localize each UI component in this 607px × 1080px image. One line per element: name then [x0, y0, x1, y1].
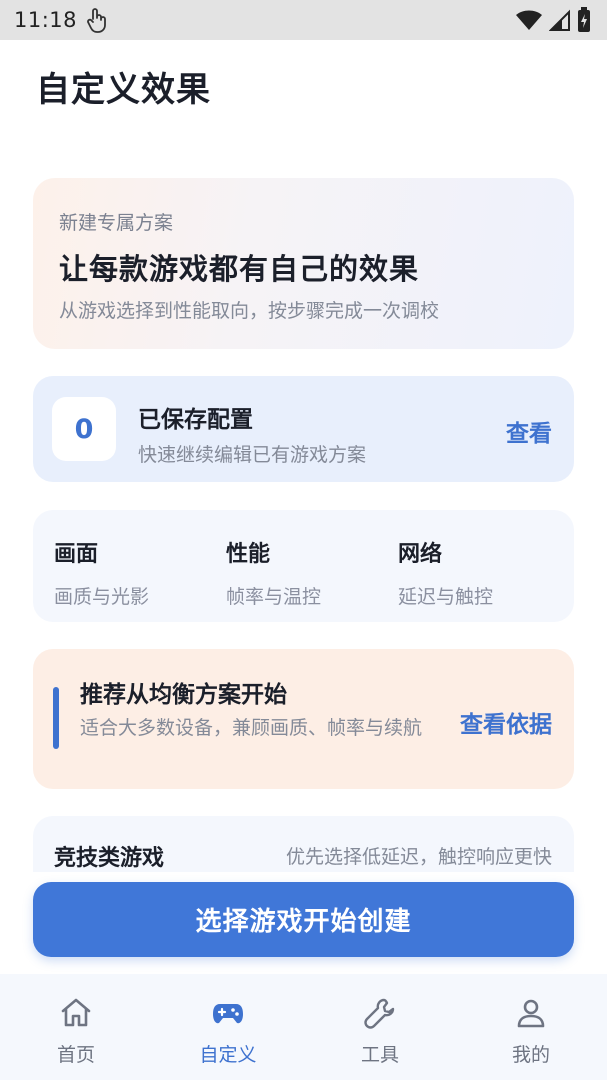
- status-time: 11:18: [14, 8, 78, 32]
- status-icons: [515, 7, 591, 33]
- nav-item-home[interactable]: 首页: [26, 996, 126, 1067]
- wifi-icon: [516, 10, 542, 30]
- nav-label: 工具: [360, 1044, 399, 1066]
- gamepad-icon: [213, 1004, 243, 1024]
- new-scheme-card[interactable]: 新建专属方案 让每款游戏都有自己的效果 从游戏选择到性能取向，按步骤完成一次调校: [33, 178, 574, 349]
- category-subtitle: 画质与光影: [54, 586, 150, 608]
- view-saved-link[interactable]: 查看: [506, 414, 552, 448]
- view-basis-link[interactable]: 查看依据: [460, 705, 552, 739]
- category-item-network[interactable]: 网络 延迟与触控: [398, 536, 493, 609]
- category-title: 画面: [54, 542, 99, 567]
- category-title: 性能: [226, 542, 271, 567]
- hero-title: 让每款游戏都有自己的效果: [59, 252, 420, 286]
- category-item-performance[interactable]: 性能 帧率与温控: [226, 536, 321, 609]
- game-type-title: 竞技类游戏: [54, 846, 165, 871]
- category-item-graphics[interactable]: 画面 画质与光影: [54, 536, 149, 609]
- saved-config-title: 已保存配置: [138, 407, 253, 433]
- bottom-nav: 首页 自定义 工具 我的: [0, 974, 607, 1080]
- category-subtitle: 帧率与温控: [226, 586, 322, 608]
- nav-item-custom[interactable]: 自定义: [178, 996, 278, 1067]
- nav-label: 自定义: [199, 1044, 257, 1066]
- nav-item-tools[interactable]: 工具: [330, 996, 430, 1067]
- category-subtitle: 延迟与触控: [398, 586, 494, 608]
- page-title: 自定义效果: [36, 70, 211, 110]
- battery-charging-icon: [578, 7, 590, 32]
- saved-config-subtitle: 快速继续编辑已有游戏方案: [138, 444, 367, 466]
- recommendation-title: 推荐从均衡方案开始: [80, 682, 287, 708]
- nav-label: 我的: [511, 1044, 550, 1066]
- saved-count-badge: 0: [52, 397, 116, 461]
- recommendation-card: 推荐从均衡方案开始 适合大多数设备，兼顾画质、帧率与续航 查看依据: [33, 649, 574, 789]
- hero-kicker: 新建专属方案: [59, 212, 174, 234]
- touch-icon: [87, 8, 106, 33]
- hero-subtitle: 从游戏选择到性能取向，按步骤完成一次调校: [59, 300, 440, 322]
- game-type-description: 优先选择低延迟，触控响应更快: [285, 846, 552, 868]
- nav-item-mine[interactable]: 我的: [481, 996, 581, 1067]
- nav-label: 首页: [56, 1044, 95, 1066]
- wrench-icon: [364, 998, 395, 1029]
- accent-bar: [53, 687, 59, 749]
- saved-config-card[interactable]: 0 已保存配置 快速继续编辑已有游戏方案 查看: [33, 376, 574, 482]
- status-bar: 11:18: [0, 0, 607, 40]
- person-icon: [517, 999, 545, 1028]
- cellular-signal-icon: [549, 9, 570, 31]
- game-type-card[interactable]: 竞技类游戏 优先选择低延迟，触控响应更快: [33, 816, 574, 872]
- home-icon: [61, 998, 91, 1027]
- category-card: 画面 画质与光影 性能 帧率与温控 网络 延迟与触控: [33, 510, 574, 622]
- category-title: 网络: [398, 542, 443, 567]
- start-create-button[interactable]: 选择游戏开始创建: [33, 882, 574, 957]
- recommendation-description: 适合大多数设备，兼顾画质、帧率与续航: [80, 717, 423, 739]
